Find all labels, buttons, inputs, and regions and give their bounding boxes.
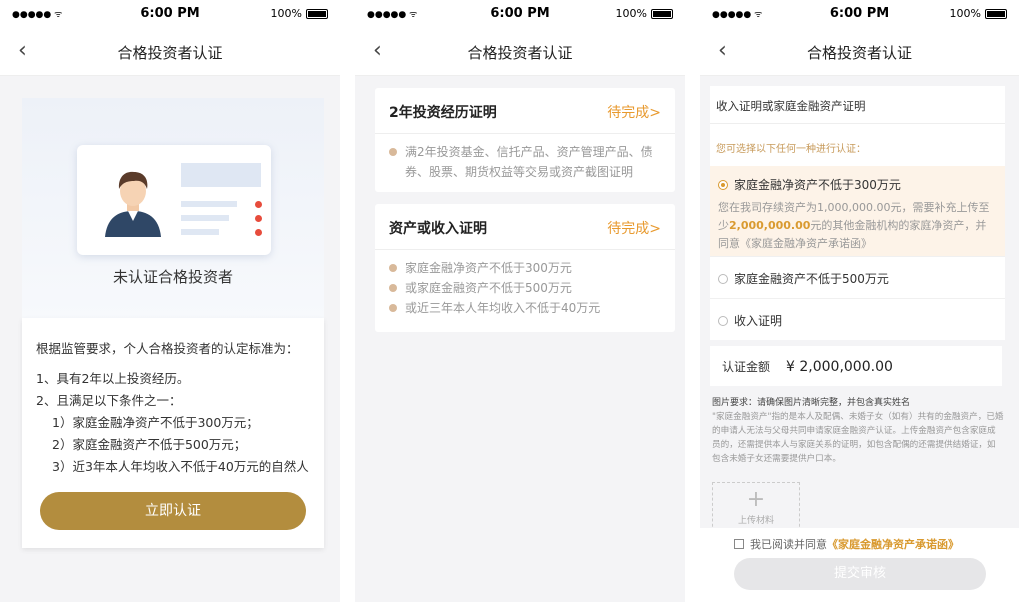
agreement-link[interactable]: 《家庭金融净资产承诺函》 — [827, 538, 959, 551]
status-bar: ●●●●● ᯤ 6:00 PM 100% — [0, 0, 340, 28]
required-amount: 2,000,000.00 — [729, 219, 811, 232]
radio-icon[interactable] — [718, 316, 728, 326]
criteria-rule: 1、具有2年以上投资经历。 — [36, 371, 190, 386]
list-item: 或近三年本人年均收入不低于40万元 — [389, 298, 661, 318]
image-requirements: 图片要求：请确保图片清晰完整，并包含真实姓名 "家庭金融资产"指的是本人及配偶、… — [712, 396, 1004, 466]
battery-percent: 100% — [949, 7, 981, 20]
battery-icon — [306, 8, 328, 19]
page-title: 合格投资者认证 — [467, 44, 573, 62]
card-decoration — [181, 163, 261, 187]
requirements-title: 图片要求：请确保图片清晰完整，并包含真实姓名 — [712, 398, 911, 408]
id-card-illustration — [77, 145, 271, 255]
agreement-text: 我已阅读并同意 — [750, 538, 827, 551]
nav-bar: ‹ 合格投资者认证 — [355, 28, 685, 76]
amount-label: 认证金额 — [722, 360, 771, 374]
amount-field[interactable]: 认证金额 ¥ 2,000,000.00 — [710, 346, 1002, 386]
card-header: 资产或收入证明 待完成> — [375, 204, 675, 250]
agreement-row[interactable]: 我已阅读并同意《家庭金融净资产承诺函》 — [734, 536, 959, 552]
list-item: 满2年投资基金、信托产品、资产管理产品、债券、股票、期货权益等交易或资产截图证明 — [389, 142, 661, 182]
card-status-link[interactable]: 待完成> — [607, 218, 661, 238]
option-assets-500w[interactable]: 家庭金融资产不低于500万元 — [710, 256, 1005, 298]
verification-status-label: 未认证合格投资者 — [112, 268, 233, 286]
battery-icon — [985, 8, 1007, 19]
section-title: 收入证明或家庭金融资产证明 — [710, 86, 1005, 124]
upload-label: 上传材料 — [737, 516, 774, 526]
battery-icon — [651, 8, 673, 19]
alert-dot-icon — [255, 229, 262, 236]
criteria-panel: 根据监管要求，个人合格投资者的认定标准为： 1、具有2年以上投资经历。 2、且满… — [22, 318, 324, 548]
submit-review-button[interactable]: 提交审核 — [734, 558, 986, 590]
option-description: 您在我司存续资产为1,000,000.00元，需要补充上传至少2,000,000… — [718, 199, 997, 253]
screen-requirements: ●●●●● ᯤ 6:00 PM 100% ‹ 合格投资者认证 2年投资经历证明 … — [355, 0, 685, 602]
page-title: 合格投资者认证 — [117, 44, 223, 62]
screen-unverified: ●●●●● ᯤ 6:00 PM 100% ‹ 合格投资者认证 未认证合格投资者 — [0, 0, 340, 602]
option-label: 家庭金融净资产不低于300万元 — [734, 178, 901, 192]
status-bar: ●●●●● ᯤ 6:00 PM 100% — [355, 0, 685, 28]
screen-asset-proof: ●●●●● ᯤ 6:00 PM 100% ‹ 合格投资者认证 收入证明或家庭金融… — [700, 0, 1019, 602]
amount-value: ¥ 2,000,000.00 — [786, 359, 893, 375]
card-title: 2年投资经历证明 — [389, 105, 497, 121]
battery-indicator: 100% — [271, 7, 328, 20]
nav-bar: ‹ 合格投资者认证 — [0, 28, 340, 76]
criteria-rule: 1）家庭金融净资产不低于300万元； — [52, 415, 259, 430]
battery-indicator: 100% — [616, 7, 673, 20]
alert-dot-icon — [255, 201, 262, 208]
battery-indicator: 100% — [950, 7, 1007, 20]
criteria-rule: 2）家庭金融资产不低于500万元； — [52, 437, 247, 452]
avatar-icon — [105, 171, 161, 237]
investment-experience-card[interactable]: 2年投资经历证明 待完成> 满2年投资基金、信托产品、资产管理产品、债券、股票、… — [375, 88, 675, 192]
plus-icon: + — [746, 487, 766, 512]
battery-percent: 100% — [615, 7, 647, 20]
alert-dot-icon — [255, 215, 262, 222]
upload-material-button[interactable]: + 上传材料 — [712, 482, 800, 532]
requirements-body: "家庭金融资产"指的是本人及配偶、未婚子女（如有）共有的金融资产，已婚的申请人无… — [712, 412, 1004, 464]
criteria-intro: 根据监管要求，个人合格投资者的认定标准为： — [36, 341, 299, 356]
footer-bar: 我已阅读并同意《家庭金融净资产承诺函》 提交审核 — [700, 528, 1019, 602]
status-bar: ●●●●● ᯤ 6:00 PM 100% — [700, 0, 1019, 28]
hero-banner: 未认证合格投资者 — [22, 98, 324, 318]
card-status-link[interactable]: 待完成> — [607, 102, 661, 122]
option-net-assets-300w[interactable]: 家庭金融净资产不低于300万元 您在我司存续资产为1,000,000.00元，需… — [710, 166, 1005, 256]
card-decoration — [181, 201, 237, 207]
radio-selected-icon[interactable] — [718, 180, 728, 190]
card-decoration — [181, 229, 219, 235]
option-label: 家庭金融资产不低于500万元 — [734, 272, 889, 286]
battery-percent: 100% — [270, 7, 302, 20]
option-hint: 您可选择以下任何一种进行认证： — [710, 124, 1005, 166]
option-income-proof[interactable]: 收入证明 — [710, 298, 1005, 340]
card-header: 2年投资经历证明 待完成> — [375, 88, 675, 134]
checkbox[interactable] — [734, 539, 744, 549]
radio-icon[interactable] — [718, 274, 728, 284]
list-item: 或家庭金融资产不低于500万元 — [389, 278, 661, 298]
criteria-rule: 2、且满足以下条件之一： — [36, 393, 182, 408]
asset-income-card[interactable]: 资产或收入证明 待完成> 家庭金融净资产不低于300万元 或家庭金融资产不低于5… — [375, 204, 675, 332]
page-title: 合格投资者认证 — [806, 44, 912, 62]
criteria-rule: 3）近3年本人年均收入不低于40万元的自然人 — [52, 459, 309, 474]
start-verification-button[interactable]: 立即认证 — [40, 492, 306, 530]
nav-bar: ‹ 合格投资者认证 — [700, 28, 1019, 76]
card-title: 资产或收入证明 — [389, 221, 487, 237]
option-label: 收入证明 — [734, 314, 783, 328]
card-body: 满2年投资基金、信托产品、资产管理产品、债券、股票、期货权益等交易或资产截图证明 — [375, 134, 675, 192]
card-body: 家庭金融净资产不低于300万元 或家庭金融资产不低于500万元 或近三年本人年均… — [375, 250, 675, 328]
list-item: 家庭金融净资产不低于300万元 — [389, 258, 661, 278]
card-decoration — [181, 215, 229, 221]
